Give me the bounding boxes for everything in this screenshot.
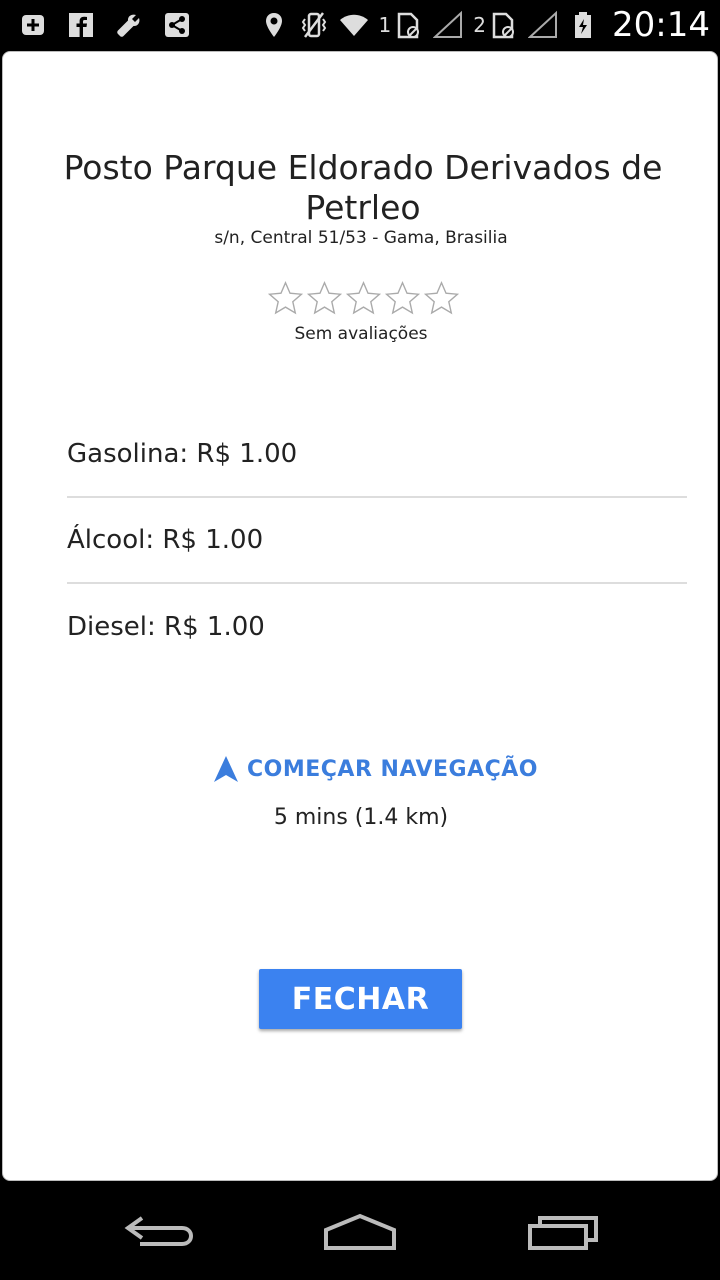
wrench-icon	[114, 10, 144, 40]
station-name: Posto Parque Eldorado Derivados de Petrl…	[63, 148, 663, 227]
facebook-icon	[66, 10, 96, 40]
wifi-icon	[339, 10, 369, 40]
rating-text: Sem avaliações	[294, 324, 428, 344]
fuel-price-row: Álcool: R$ 1.00	[67, 498, 687, 584]
location-icon	[259, 10, 289, 40]
status-bar: 1 2 20:14	[0, 0, 720, 50]
sim1-label: 1	[378, 13, 392, 37]
signal2-icon	[528, 10, 558, 40]
sim1-indicator: 1	[379, 10, 424, 40]
system-nav-bar	[0, 1182, 720, 1280]
star-icon[interactable]	[345, 280, 382, 317]
navigation-arrow-icon	[213, 755, 239, 783]
share-icon	[162, 10, 192, 40]
add-box-icon	[18, 10, 48, 40]
fuel-price-row: Diesel: R$ 1.00	[67, 612, 265, 642]
signal1-icon	[433, 10, 463, 40]
eta-text: 5 mins (1.4 km)	[273, 805, 449, 830]
status-bar-system: 1 2 20:14	[259, 0, 710, 50]
star-icon[interactable]	[384, 280, 421, 317]
sim2-indicator: 2	[473, 10, 518, 40]
battery-icon	[568, 10, 598, 40]
station-dialog: Posto Parque Eldorado Derivados de Petrl…	[2, 51, 718, 1181]
close-button[interactable]: FECHAR	[259, 969, 462, 1029]
recents-icon[interactable]	[522, 1210, 602, 1254]
fuel-price-list: Gasolina: R$ 1.00 Álcool: R$ 1.00 Diesel…	[67, 412, 687, 670]
back-icon[interactable]	[120, 1210, 200, 1254]
close-button-label: FECHAR	[291, 981, 430, 1017]
status-bar-notifications	[18, 0, 192, 50]
home-icon[interactable]	[320, 1210, 400, 1254]
start-navigation-label: COMEÇAR NAVEGAÇÃO	[247, 756, 538, 782]
star-icon[interactable]	[423, 280, 460, 317]
vibrate-off-icon	[299, 10, 329, 40]
fuel-price-row: Gasolina: R$ 1.00	[67, 412, 687, 498]
star-icon[interactable]	[306, 280, 343, 317]
start-navigation-button[interactable]: COMEÇAR NAVEGAÇÃO	[213, 752, 538, 786]
status-bar-time: 20:14	[612, 5, 710, 45]
sim2-label: 2	[473, 13, 487, 37]
star-icon[interactable]	[267, 280, 304, 317]
station-address: s/n, Central 51/53 - Gama, Brasilia	[214, 228, 508, 248]
sim2-icon	[488, 10, 518, 40]
sim1-icon	[393, 10, 423, 40]
rating-stars[interactable]	[267, 280, 460, 317]
